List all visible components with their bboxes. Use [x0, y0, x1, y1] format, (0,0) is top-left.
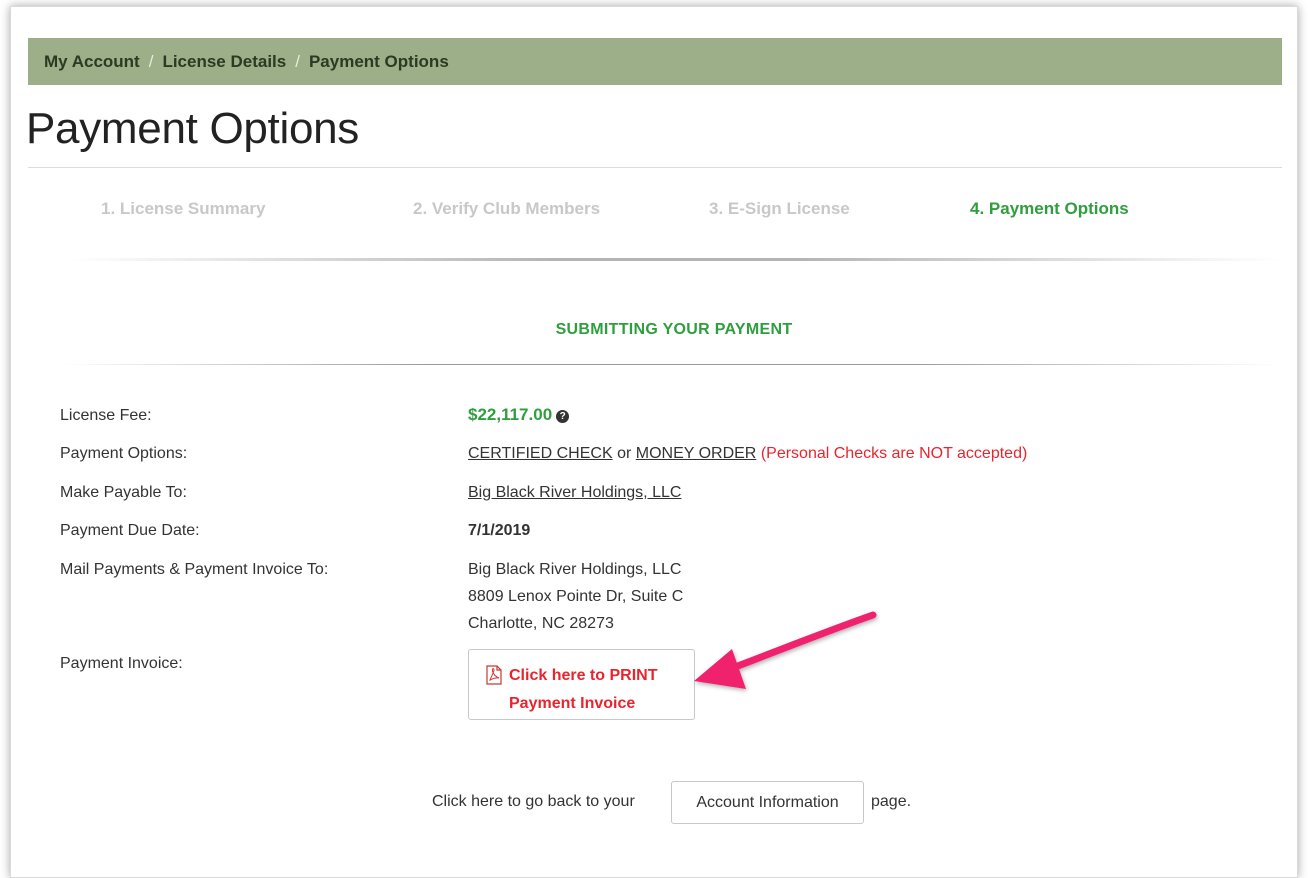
step-license-summary[interactable]: 1. License Summary: [101, 199, 265, 219]
due-date-label: Payment Due Date:: [60, 522, 200, 539]
address-line-city: Charlotte, NC 28273: [468, 615, 614, 632]
annotation-arrow: [694, 611, 877, 689]
certified-check-link[interactable]: CERTIFIED CHECK: [468, 445, 613, 462]
breadcrumb-separator: /: [148, 51, 154, 71]
breadcrumb: My Account / License Details / Payment O…: [28, 38, 1282, 85]
payment-options-row: CERTIFIED CHECK or MONEY ORDER (Personal…: [468, 445, 1027, 463]
mail-to-label: Mail Payments & Payment Invoice To:: [60, 561, 329, 578]
print-invoice-label: Click here to PRINT Payment Invoice: [509, 662, 689, 718]
title-divider: [28, 167, 1282, 168]
money-order-link[interactable]: MONEY ORDER: [636, 445, 757, 462]
section-title: SUBMITTING YOUR PAYMENT: [555, 321, 793, 338]
section-divider: [60, 364, 1280, 365]
license-fee-row: $22,117.00?: [468, 405, 570, 425]
payable-to-label: Make Payable To:: [60, 484, 187, 501]
payable-to-value[interactable]: Big Black River Holdings, LLC: [468, 484, 681, 501]
personal-checks-warning: (Personal Checks are NOT accepted): [760, 445, 1028, 462]
steps-divider: [70, 258, 1280, 261]
page-title: Payment Options: [26, 104, 359, 153]
mail-address: Big Black River Holdings, LLC 8809 Lenox…: [468, 556, 683, 637]
address-line-name: Big Black River Holdings, LLC: [468, 561, 682, 578]
payable-to-row: Big Black River Holdings, LLC: [468, 484, 681, 502]
step-payment-options: 4. Payment Options: [970, 199, 1129, 218]
account-information-button[interactable]: Account Information: [671, 781, 864, 824]
print-invoice-line2: Payment Invoice: [509, 695, 636, 712]
help-circle-icon[interactable]: ?: [556, 410, 570, 423]
due-date-value: 7/1/2019: [468, 522, 531, 539]
back-suffix-text: page.: [871, 793, 912, 810]
payment-invoice-label: Payment Invoice:: [60, 655, 183, 672]
print-invoice-button[interactable]: Click here to PRINT Payment Invoice: [468, 649, 695, 720]
step-e-sign-license[interactable]: 3. E-Sign License: [709, 199, 850, 219]
breadcrumb-separator: /: [295, 51, 300, 71]
step-verify-club-members[interactable]: 2. Verify Club Members: [413, 199, 600, 219]
payment-or-text: or: [617, 445, 632, 462]
print-invoice-line1: Click here to PRINT: [509, 667, 658, 684]
address-line-street: 8809 Lenox Pointe Dr, Suite C: [468, 588, 684, 605]
pdf-icon: [486, 665, 502, 685]
license-fee-value: $22,117.00: [468, 405, 553, 424]
payment-options-label: Payment Options:: [60, 445, 188, 462]
breadcrumb-license-details[interactable]: License Details: [162, 52, 286, 72]
license-fee-label: License Fee:: [60, 407, 152, 424]
breadcrumb-payment-options: Payment Options: [308, 51, 449, 71]
back-prefix-text: Click here to go back to your: [432, 793, 635, 810]
breadcrumb-my-account[interactable]: My Account: [44, 52, 140, 72]
